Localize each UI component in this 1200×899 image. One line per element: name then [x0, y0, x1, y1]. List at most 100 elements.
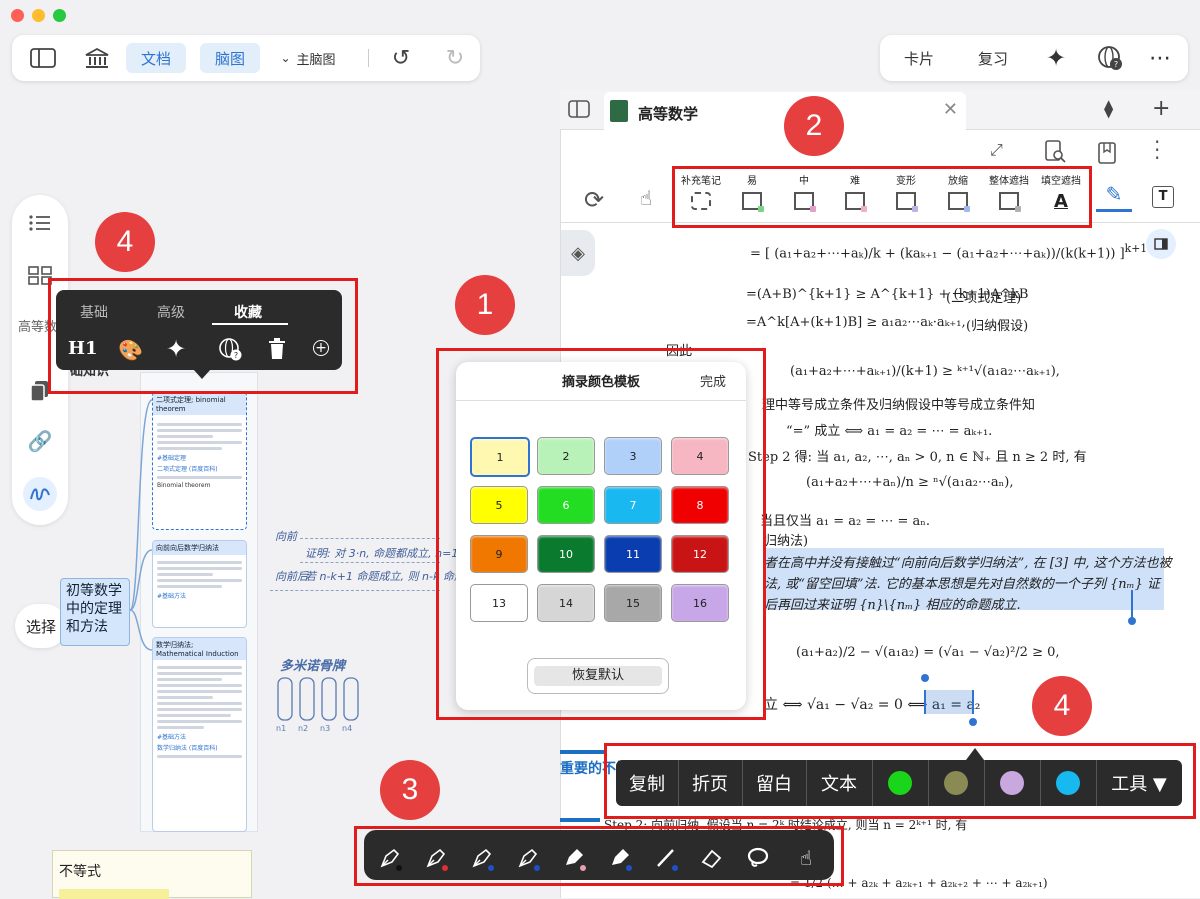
mindmap-main-node[interactable]: 初等数学中的定理和方法	[60, 578, 130, 646]
close-tab-icon[interactable]: ✕	[943, 99, 958, 120]
mindmap-tab[interactable]: 脑图	[200, 43, 260, 73]
doc-line-top: = [ (a₁+a₂+⋯+aₖ)/k + (kaₖ₊₁ − (a₁+a₂+⋯+a…	[750, 242, 1148, 262]
doc-inequality: (a₁+a₂+⋯+aₖ₊₁)/(k+1) ≥ ᵏ⁺¹√(a₁a₂⋯aₖ₊₁),	[790, 364, 1060, 379]
card-line	[157, 714, 232, 717]
mindmap-main-node-label: 初等数学中的定理和方法	[66, 583, 122, 635]
redo-icon[interactable]: ↻	[440, 43, 470, 73]
doc-line: =A^k[A+(k+1)B] ≥ a₁a₂⋯aₖ·aₖ₊₁,	[746, 315, 966, 330]
card-line	[157, 708, 242, 711]
card-line	[157, 573, 213, 576]
badge-3: 3	[380, 760, 440, 820]
step-bar	[560, 818, 600, 822]
domino-label: n4	[342, 724, 353, 733]
hand-pointer-icon[interactable]: ☝	[640, 186, 652, 210]
link-icon[interactable]: 🔗	[25, 426, 55, 456]
math-induction-card-title: 数学归纳法; Mathematical Induction	[153, 638, 246, 660]
selection-knob-end[interactable]	[969, 718, 977, 726]
right-toolbar: 卡片 复习 ✦ ? ⋯	[880, 35, 1188, 81]
chevron-down-icon: ⌄	[280, 51, 291, 65]
math-induction-card[interactable]: 数学归纳法; Mathematical Induction #基础方法 数学归纳…	[152, 637, 247, 832]
highlight-handle[interactable]	[1131, 590, 1133, 620]
doc-text: 归纳法)	[764, 534, 809, 549]
badge-4-left: 4	[95, 212, 155, 272]
card-line	[157, 435, 213, 438]
select-mode-label: 选择	[25, 617, 56, 636]
text-box-icon[interactable]: T	[1152, 186, 1174, 208]
main-map-selector[interactable]: ⌄ 主脑图	[268, 43, 348, 73]
sync-icon[interactable]: ⟳	[584, 186, 604, 214]
card-line	[157, 684, 242, 687]
expand-icon[interactable]: ⤢	[990, 140, 1003, 160]
binomial-card-tag[interactable]: #基础定理	[157, 453, 242, 462]
binomial-card-link[interactable]: 二项式定理 (百度百科)	[157, 464, 242, 473]
doc-line-note: (二项式定理)	[946, 291, 1022, 306]
reader-more-icon[interactable]: · · ·	[1154, 132, 1160, 168]
binomial-card-foot: Binomial theorem	[157, 482, 211, 489]
annotation-box-4-right	[604, 743, 1196, 819]
handwriting-note: 向前后	[275, 570, 308, 583]
induction-forward-card[interactable]: 向前向后数学归纳法 #基础方法	[152, 540, 247, 628]
inequality-node-label: 不等式	[59, 864, 101, 880]
dotted-line	[300, 538, 440, 539]
annotation-box-1	[436, 348, 766, 720]
highlight-text: 后再回过来证明 {n}\{nₘ} 相应的命题成立.	[764, 598, 1021, 613]
card-line	[157, 666, 242, 669]
annotation-box-3	[354, 826, 844, 886]
card-line	[157, 696, 213, 699]
sort-arrows-icon[interactable]: ▲ ▼	[1104, 98, 1113, 119]
close-window-button[interactable]	[11, 9, 24, 22]
outline-list-icon[interactable]	[25, 208, 55, 238]
doc-text: “=” 成立 ⟺ a₁ = a₂ = ⋯ = aₖ₊₁.	[786, 424, 993, 439]
handwriting-note: 向前	[275, 530, 297, 543]
sparkle-icon[interactable]: ✦	[1038, 43, 1074, 73]
minimize-window-button[interactable]	[32, 9, 45, 22]
selection-knob-start[interactable]	[921, 674, 929, 682]
add-tab-icon[interactable]: +	[1152, 96, 1170, 121]
pen-active-icon[interactable]: ✎	[1096, 182, 1132, 212]
bookmark-book-icon[interactable]	[1098, 142, 1116, 168]
inequality-node[interactable]: 不等式	[52, 850, 252, 899]
card-button[interactable]: 卡片	[894, 43, 944, 73]
highlight-handle-knob[interactable]	[1128, 617, 1136, 625]
more-icon[interactable]: ⋯	[1142, 43, 1178, 73]
doc-tab[interactable]: 文档	[126, 43, 186, 73]
badge-2: 2	[784, 96, 844, 156]
search-doc-icon[interactable]	[1044, 140, 1066, 168]
card-line	[157, 690, 242, 693]
split-view-icon[interactable]	[568, 100, 590, 122]
selection-highlight[interactable]	[924, 690, 974, 714]
layers-icon[interactable]: ◈	[561, 230, 595, 276]
card-line	[157, 441, 242, 444]
annotation-box-2	[672, 166, 1092, 228]
doc-equation: (a₁+a₂)/2 − √(a₁a₂) = (√a₁ − √a₂)²/2 ≥ 0…	[796, 645, 1060, 660]
dotted-line	[300, 562, 440, 563]
svg-text:?: ?	[1114, 60, 1118, 69]
math-induction-card-link[interactable]: 数学归纳法 (百度百科)	[157, 743, 242, 752]
binomial-card[interactable]: 二项式定理; binomial theorem #基础定理 二项式定理 (百度百…	[152, 392, 247, 530]
web-help-icon[interactable]: ?	[1092, 43, 1128, 73]
math-induction-card-tag[interactable]: #基础方法	[157, 732, 242, 741]
reader-tab-title: 高等数学	[638, 105, 699, 123]
sidebar-toggle-icon[interactable]	[26, 43, 60, 73]
card-line	[157, 429, 242, 432]
zoom-window-button[interactable]	[53, 9, 66, 22]
window-controls	[0, 0, 80, 30]
handwriting-icon[interactable]	[23, 477, 57, 511]
badge-1: 1	[455, 275, 515, 335]
badge-4-right: 4	[1032, 676, 1092, 736]
mindmap-connectors	[129, 399, 153, 651]
card-line	[157, 567, 242, 570]
highlight-text: 法, 或“留空回填”法. 它的基本思想是先对自然数的一个子列 {nₘ} 证	[764, 577, 1160, 592]
doc-text: 理中等号成立条件及归纳假设中等号成立条件知	[762, 398, 1036, 413]
induction-forward-card-tag[interactable]: #基础方法	[157, 591, 242, 600]
book-cover-icon	[610, 100, 628, 122]
doc-inequality: (a₁+a₂+⋯+aₙ)/n ≥ ⁿ√(a₁a₂⋯aₙ),	[806, 475, 1014, 490]
induction-forward-card-title: 向前向后数学归纳法	[153, 541, 246, 555]
main-toolbar: 文档 脑图 ⌄ 主脑图 ↺ ↻	[12, 35, 480, 81]
domino-label: n2	[298, 724, 309, 733]
sidebar-right-icon[interactable]	[1146, 229, 1176, 259]
undo-icon[interactable]: ↺	[386, 43, 416, 73]
review-button[interactable]: 复习	[968, 43, 1018, 73]
library-icon[interactable]	[80, 43, 114, 73]
highlight-text: 者在高中并没有接触过“向前向后数学归纳法”, 在 [3] 中, 这个方法也被	[764, 556, 1172, 571]
